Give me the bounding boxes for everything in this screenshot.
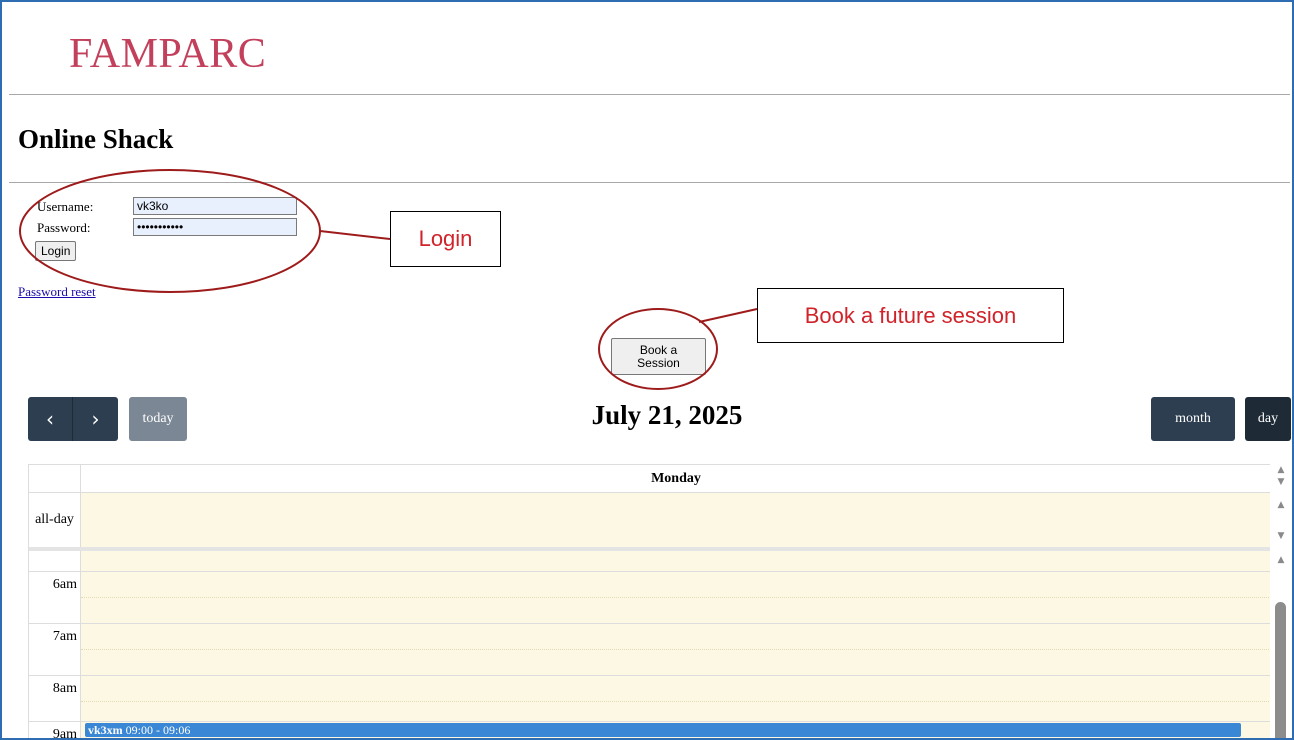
login-callout-line bbox=[319, 230, 391, 240]
event-title: vk3xm bbox=[88, 723, 123, 737]
half-hour-line bbox=[81, 701, 1270, 702]
chevron-right-icon: › bbox=[91, 407, 100, 431]
day-time-column[interactable] bbox=[81, 551, 1270, 738]
calendar-day-view: Monday all-day 6am 7am 8am 9am vk3xm 09:… bbox=[28, 464, 1270, 740]
time-grid: 6am 7am 8am 9am vk3xm 09:00 - 09:06 bbox=[29, 551, 1270, 740]
hour-line bbox=[29, 721, 1270, 722]
title-divider bbox=[9, 182, 1290, 183]
page-title: Online Shack bbox=[18, 124, 174, 154]
calendar-header-row: Monday bbox=[29, 465, 1270, 493]
day-column-header: Monday bbox=[651, 471, 701, 486]
calendar-title: July 21, 2025 bbox=[591, 400, 743, 430]
password-reset-link[interactable]: Password reset bbox=[18, 284, 96, 300]
book-session-callout: Book a future session bbox=[757, 288, 1064, 343]
hour-line bbox=[29, 571, 1270, 572]
scroll-down-icon[interactable]: ▼ bbox=[1270, 476, 1292, 488]
header-divider bbox=[9, 94, 1290, 95]
allday-label: all-day bbox=[29, 493, 81, 547]
password-label: Password: bbox=[37, 220, 91, 235]
allday-cell[interactable] bbox=[81, 493, 1270, 547]
allday-row: all-day bbox=[29, 493, 1270, 547]
scroll-up-icon[interactable]: ▲ bbox=[1270, 554, 1292, 566]
half-hour-line bbox=[81, 649, 1270, 650]
book-session-button[interactable]: Book a Session bbox=[611, 338, 706, 375]
axis-header-cell bbox=[29, 465, 81, 493]
scrollbar-thumb[interactable] bbox=[1275, 602, 1286, 738]
hour-label-7am: 7am bbox=[52, 629, 77, 644]
hour-label-9am: 9am bbox=[52, 727, 77, 740]
scroll-up-icon[interactable]: ▲ bbox=[1270, 464, 1292, 476]
site-logo[interactable]: FAMPARC bbox=[69, 30, 266, 78]
hour-label-6am: 6am bbox=[52, 577, 77, 592]
event-time: 09:00 - 09:06 bbox=[125, 723, 191, 737]
prev-button[interactable]: ‹ bbox=[28, 397, 72, 441]
login-callout: Login bbox=[390, 211, 501, 267]
day-view-button[interactable]: day bbox=[1245, 397, 1291, 441]
hour-label-8am: 8am bbox=[52, 681, 77, 696]
browser-frame: FAMPARC Online Shack Username: Password:… bbox=[0, 0, 1294, 740]
scroll-up-icon[interactable]: ▲ bbox=[1270, 499, 1292, 511]
half-hour-line bbox=[81, 597, 1270, 598]
header-scrollbar[interactable]: ▲ ▼ ▲ ▼ bbox=[1270, 464, 1292, 548]
scroll-down-icon[interactable]: ▼ bbox=[1270, 530, 1292, 542]
username-input[interactable] bbox=[133, 197, 297, 215]
book-callout-line bbox=[698, 308, 758, 323]
calendar-event[interactable]: vk3xm 09:00 - 09:06 bbox=[85, 723, 1241, 737]
month-view-button[interactable]: month bbox=[1151, 397, 1235, 441]
chevron-left-icon: ‹ bbox=[46, 407, 54, 431]
today-button[interactable]: today bbox=[129, 397, 187, 441]
username-label: Username: bbox=[37, 199, 94, 214]
password-input[interactable] bbox=[133, 218, 297, 236]
login-button[interactable]: Login bbox=[35, 241, 77, 261]
hour-line bbox=[29, 675, 1270, 676]
hour-line bbox=[29, 623, 1270, 624]
next-button[interactable]: › bbox=[72, 397, 118, 441]
